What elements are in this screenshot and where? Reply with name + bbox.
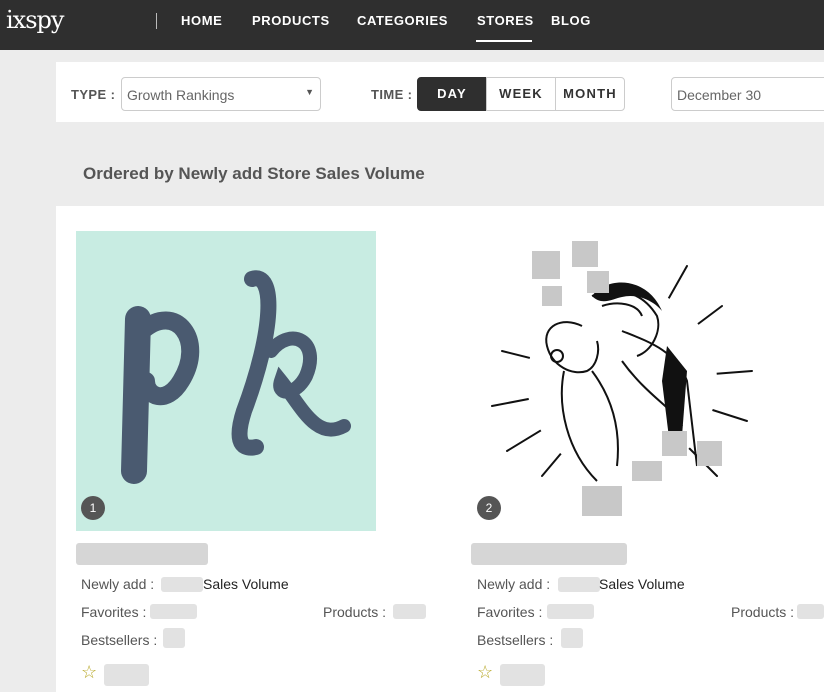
- chevron-down-icon: ▼: [305, 87, 314, 97]
- nav-products[interactable]: PRODUCTS: [252, 13, 330, 28]
- favorites-value-redacted: [150, 604, 197, 619]
- favorite-count-redacted: [104, 664, 149, 686]
- time-month-button[interactable]: MONTH: [555, 77, 625, 111]
- date-value: December 30: [677, 87, 762, 103]
- sales-volume-label: Sales Volume: [599, 576, 685, 592]
- store-image[interactable]: 2: [472, 231, 772, 531]
- favorites-label: Favorites :: [81, 604, 147, 620]
- top-navbar: ixspy HOME PRODUCTS CATEGORIES STORES BL…: [0, 0, 824, 50]
- time-week-button[interactable]: WEEK: [486, 77, 556, 111]
- type-select[interactable]: Growth Rankings ▼: [121, 77, 321, 111]
- nav-home[interactable]: HOME: [181, 13, 222, 28]
- store-image[interactable]: 1: [76, 231, 376, 531]
- type-select-value: Growth Rankings: [127, 87, 235, 103]
- sales-volume-label: Sales Volume: [203, 576, 289, 592]
- store-name-redacted[interactable]: [76, 543, 208, 565]
- newly-add-label: Newly add :: [477, 576, 551, 592]
- rank-badge: 1: [81, 496, 105, 520]
- nav-active-indicator: [476, 40, 532, 42]
- time-day-button[interactable]: DAY: [417, 77, 487, 111]
- favorites-value-redacted: [547, 604, 594, 619]
- products-value-redacted: [797, 604, 824, 619]
- kissing-couple-graphic: [491, 241, 753, 516]
- nav-stores[interactable]: STORES: [477, 13, 534, 28]
- newly-add-label: Newly add :: [81, 576, 155, 592]
- nav-blog[interactable]: BLOG: [551, 13, 591, 28]
- favorites-label: Favorites :: [477, 604, 543, 620]
- bestsellers-value-redacted: [561, 628, 583, 648]
- ixspy-logo[interactable]: ixspy: [6, 6, 64, 34]
- star-outline-icon[interactable]: ☆: [477, 662, 493, 683]
- store-name-redacted[interactable]: [471, 543, 627, 565]
- date-picker-input[interactable]: December 30: [671, 77, 824, 111]
- nav-categories[interactable]: CATEGORIES: [357, 13, 448, 28]
- newly-add-value-redacted: [161, 577, 203, 592]
- nav-divider: [156, 13, 157, 29]
- newly-add-value-redacted: [558, 577, 600, 592]
- pk-logo-graphic: [121, 270, 351, 484]
- products-label: Products :: [731, 604, 795, 620]
- bestsellers-value-redacted: [163, 628, 185, 648]
- bestsellers-label: Bestsellers :: [81, 632, 158, 648]
- rank-badge: 2: [477, 496, 501, 520]
- products-value-redacted: [393, 604, 426, 619]
- section-title: Ordered by Newly add Store Sales Volume: [83, 164, 425, 183]
- time-label: TIME :: [371, 87, 413, 102]
- favorite-count-redacted: [500, 664, 545, 686]
- type-label: TYPE :: [71, 87, 116, 102]
- products-label: Products :: [323, 604, 387, 620]
- bestsellers-label: Bestsellers :: [477, 632, 554, 648]
- star-outline-icon[interactable]: ☆: [81, 662, 97, 683]
